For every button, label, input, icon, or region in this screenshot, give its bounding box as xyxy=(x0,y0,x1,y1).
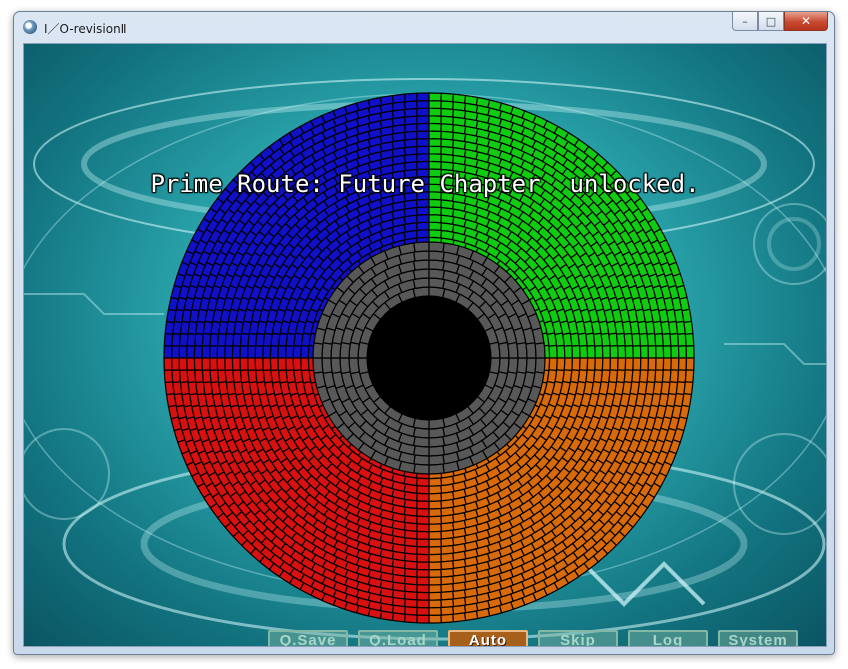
skip-button[interactable]: Skip xyxy=(538,630,618,646)
window-title: I／O-revisionⅡ xyxy=(44,22,127,36)
app-window: I／O-revisionⅡ – □ ✕ Prime Route: Future … xyxy=(13,11,835,655)
maximize-button[interactable]: □ xyxy=(758,12,784,31)
quick-load-button[interactable]: Q.Load xyxy=(358,630,438,646)
auto-button[interactable]: Auto xyxy=(448,630,528,646)
minimize-icon: – xyxy=(742,14,748,28)
unlock-message: Prime Route: Future Chapter unlocked. xyxy=(150,170,700,198)
game-viewport[interactable]: Prime Route: Future Chapter unlocked. Q.… xyxy=(23,43,827,647)
close-button[interactable]: ✕ xyxy=(784,12,828,31)
app-icon xyxy=(23,20,37,34)
title-bar[interactable]: I／O-revisionⅡ – □ ✕ xyxy=(14,12,834,42)
window-controls: – □ ✕ xyxy=(732,12,828,32)
minimize-button[interactable]: – xyxy=(732,12,758,31)
quick-save-button[interactable]: Q.Save xyxy=(268,630,348,646)
log-button[interactable]: Log xyxy=(628,630,708,646)
background-art xyxy=(24,78,826,641)
system-menu-bar: Q.Save Q.Load Auto Skip Log System xyxy=(268,630,808,646)
system-button[interactable]: System xyxy=(718,630,798,646)
disc-hub xyxy=(367,296,491,420)
maximize-icon: □ xyxy=(765,14,777,28)
close-icon: ✕ xyxy=(800,14,812,28)
